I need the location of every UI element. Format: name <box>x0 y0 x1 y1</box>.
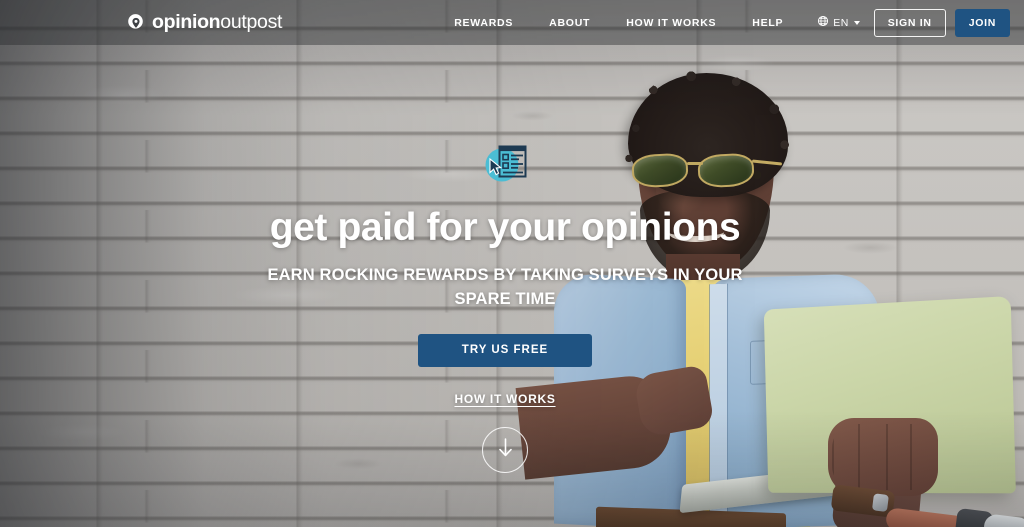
nav-rewards[interactable]: REWARDS <box>436 17 531 29</box>
sign-in-button[interactable]: SIGN IN <box>873 8 946 37</box>
main-navigation: REWARDS ABOUT HOW IT WORKS HELP EN SIGN … <box>436 8 1024 37</box>
globe-icon <box>817 14 829 32</box>
logo-word-outpost: outpost <box>220 10 283 33</box>
survey-form-cursor-icon <box>481 141 529 185</box>
try-us-free-button[interactable]: TRY US FREE <box>418 333 592 367</box>
scroll-down-button[interactable] <box>482 426 528 473</box>
arrow-down-icon <box>497 437 514 463</box>
location-pin-icon <box>126 13 145 32</box>
site-logo-text: opinionoutpost <box>152 10 283 33</box>
nav-help[interactable]: HELP <box>734 17 801 29</box>
hero-section: get paid for your opinions EARN ROCKING … <box>0 45 1010 473</box>
hero-headline: get paid for your opinions <box>269 206 741 249</box>
hero-how-it-works-link[interactable]: HOW IT WORKS <box>454 392 555 406</box>
nav-about[interactable]: ABOUT <box>531 17 608 29</box>
hero-subheadline: EARN ROCKING REWARDS BY TAKING SURVEYS I… <box>267 265 743 308</box>
language-selector[interactable]: EN <box>801 14 869 32</box>
nav-how-it-works[interactable]: HOW IT WORKS <box>608 17 734 29</box>
join-button[interactable]: JOIN <box>954 8 1010 37</box>
site-logo[interactable]: opinionoutpost <box>126 10 283 33</box>
logo-word-opinion: opinion <box>152 10 221 33</box>
chevron-down-icon <box>853 20 860 25</box>
language-value: EN <box>833 16 849 29</box>
site-header: opinionoutpost REWARDS ABOUT HOW IT WORK… <box>0 0 1024 45</box>
